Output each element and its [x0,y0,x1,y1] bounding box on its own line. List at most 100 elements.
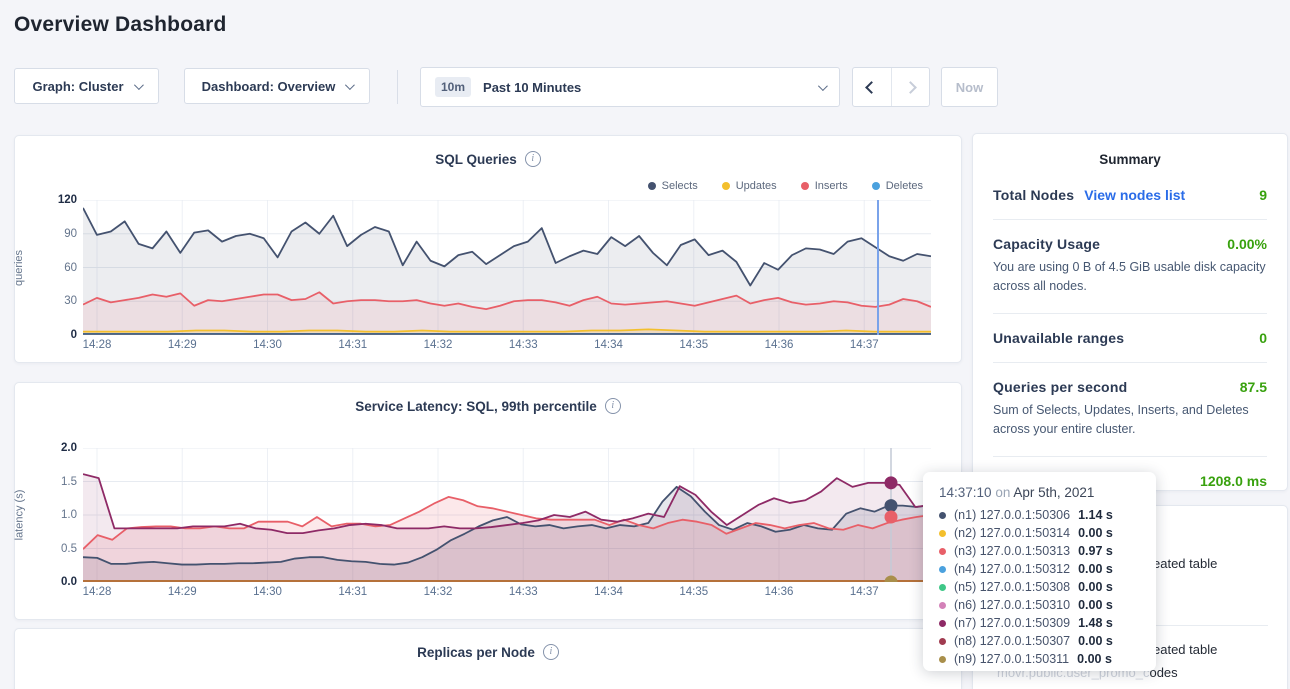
tooltip-node-address: (n2) 127.0.0.1:50314 [954,526,1070,540]
y-tick-label: 0.5 [33,542,77,556]
info-icon[interactable]: i [543,644,559,660]
tooltip-node-address: (n8) 127.0.0.1:50307 [954,634,1070,648]
x-tick-label: 14:28 [83,586,112,598]
dashboard-dropdown-label: Dashboard: Overview [202,79,336,94]
graph-dropdown-label: Graph: Cluster [32,79,123,94]
capacity-usage-label: Capacity Usage [993,236,1100,252]
qps-label: Queries per second [993,379,1127,395]
dashboard-dropdown[interactable]: Dashboard: Overview [184,68,370,104]
tooltip-timestamp: 14:37:10 on Apr 5th, 2021 [939,485,1142,500]
x-tick-label: 14:29 [168,586,197,598]
node-color-dot [939,602,946,609]
now-button[interactable]: Now [941,67,998,107]
service-latency-card: Service Latency: SQL, 99th percentile i … [14,382,962,620]
tooltip-node-value: 0.00 s [1078,598,1113,612]
x-tick-label: 14:32 [424,339,453,351]
chevron-left-icon [865,81,878,94]
node-color-dot [939,584,946,591]
info-icon[interactable]: i [605,398,621,414]
chevron-down-icon [133,80,143,90]
y-axis-title: latency (s) [11,448,27,582]
tooltip-node-address: (n1) 127.0.0.1:50306 [954,508,1070,522]
x-tick-label: 14:35 [679,339,708,351]
legend-label: Updates [736,180,777,192]
total-nodes-value: 9 [1259,187,1267,203]
tooltip-node-row: (n5) 127.0.0.1:503080.00 s [939,578,1142,596]
controls-divider [397,70,398,104]
tooltip-node-row: (n4) 127.0.0.1:503120.00 s [939,560,1142,578]
sql-queries-chart[interactable] [83,200,931,335]
time-prev-button[interactable] [853,68,891,106]
view-nodes-list-link[interactable]: View nodes list [1084,187,1185,203]
divider [993,456,1267,457]
x-tick-label: 14:33 [509,586,538,598]
node-color-dot [939,512,946,519]
legend-label: Selects [662,180,698,192]
qps-desc: Sum of Selects, Updates, Inserts, and De… [993,401,1267,440]
qps-value: 87.5 [1240,379,1267,395]
tooltip-node-row: (n6) 127.0.0.1:50310 0.00 s [939,596,1142,614]
tooltip-node-value: 0.00 s [1078,562,1113,576]
tooltip-node-address: (n9) 127.0.0.1:50311 [954,652,1069,666]
node-color-dot [939,530,946,537]
tooltip-node-row: (n1) 127.0.0.1:503061.14 s [939,506,1142,524]
divider [993,219,1267,220]
legend-label: Inserts [815,180,848,192]
legend-item[interactable]: Deletes [872,180,923,192]
y-tick-label: 30 [33,294,77,308]
legend-dot [801,182,809,190]
now-button-label: Now [956,80,983,95]
service-latency-title: Service Latency: SQL, 99th percentile [355,399,597,414]
time-range-badge: 10m [435,77,471,97]
time-next-button[interactable] [891,68,930,106]
total-nodes-label: Total Nodes [993,187,1074,203]
x-tick-label: 14:34 [594,586,623,598]
y-tick-label: 0 [33,328,77,342]
x-tick-label: 14:29 [168,339,197,351]
tooltip-node-address: (n3) 127.0.0.1:50313 [954,544,1070,558]
tooltip-on: on [992,485,1014,500]
graph-dropdown[interactable]: Graph: Cluster [14,68,159,104]
tooltip-node-row: (n8) 127.0.0.1:50307 0.00 s [939,632,1142,650]
sql-queries-legend: Selects Updates Inserts Deletes [648,180,923,192]
replicas-per-node-card: Replicas per Node i [14,628,962,689]
chevron-down-icon [345,80,355,90]
event-row-fragment[interactable]: eated table [1153,642,1217,657]
x-tick-label: 14:35 [679,586,708,598]
capacity-usage-value: 0.00% [1227,236,1267,252]
sql-queries-card: SQL Queries i Selects Updates Inserts De… [14,135,962,363]
x-tick-label: 14:33 [509,339,538,351]
time-range-label: Past 10 Minutes [483,80,581,95]
tooltip-node-row: (n9) 127.0.0.1:50311 0.00 s [939,650,1142,668]
legend-item[interactable]: Updates [722,180,777,192]
tooltip-node-value: 0.97 s [1078,544,1113,558]
tooltip-node-row: (n2) 127.0.0.1:503140.00 s [939,524,1142,542]
x-tick-label: 14:28 [83,339,112,351]
divider [993,362,1267,363]
node-color-dot [939,620,946,627]
legend-item[interactable]: Inserts [801,180,848,192]
legend-label: Deletes [886,180,923,192]
tooltip-node-address: (n6) 127.0.0.1:50310 [954,598,1070,612]
y-tick-label: 0.0 [33,575,77,589]
service-latency-chart[interactable] [83,448,931,582]
event-row-fragment[interactable]: eated table [1153,556,1217,571]
page-title: Overview Dashboard [14,13,227,37]
y-tick-label: 2.0 [33,441,77,455]
legend-item[interactable]: Selects [648,180,698,192]
tooltip-time: 14:37:10 [939,485,992,500]
y-tick-label: 120 [33,193,77,207]
node-color-dot [939,566,946,573]
tooltip-node-value: 0.00 s [1077,652,1112,666]
tooltip-node-value: 0.00 s [1078,634,1113,648]
time-range-dropdown[interactable]: 10m Past 10 Minutes [420,67,840,107]
sql-queries-title: SQL Queries [435,152,517,167]
x-tick-label: 14:30 [253,586,282,598]
chevron-right-icon [904,81,917,94]
x-tick-label: 14:31 [338,339,367,351]
x-tick-label: 14:37 [850,586,879,598]
info-icon[interactable]: i [525,151,541,167]
chevron-down-icon [818,81,828,91]
x-tick-label: 14:30 [253,339,282,351]
summary-panel: Summary Total Nodes View nodes list 9 Ca… [972,133,1288,491]
